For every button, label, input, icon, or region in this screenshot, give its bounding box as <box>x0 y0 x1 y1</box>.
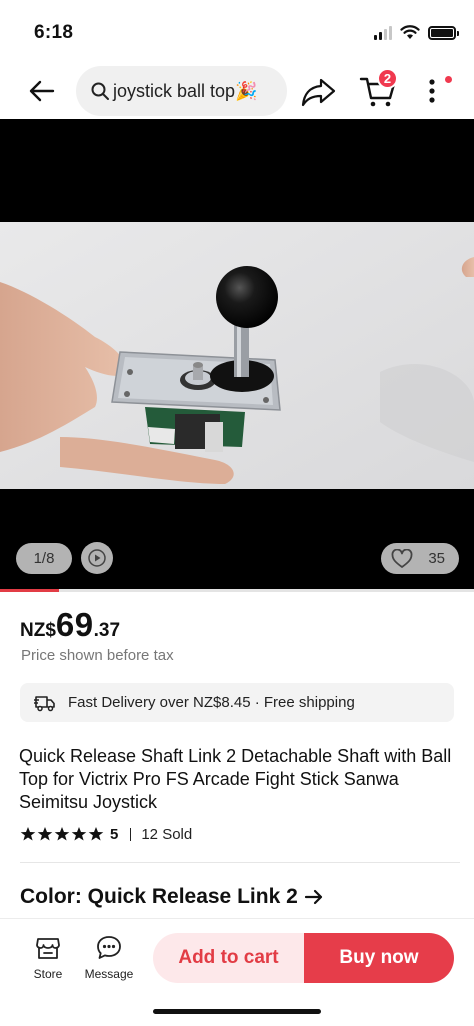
star-icon <box>71 827 87 841</box>
battery-icon <box>428 25 459 40</box>
message-button[interactable]: Message <box>79 934 139 981</box>
product-media-gallery[interactable]: 1/8 35 <box>0 119 474 591</box>
rating-separator <box>130 827 132 841</box>
chat-bubble-icon <box>97 936 121 959</box>
product-photo[interactable] <box>0 222 474 489</box>
product-price: NZ$ 69 .37 <box>20 606 120 644</box>
rating-value: 5 <box>110 825 119 843</box>
delivery-text: Fast Delivery over NZ$8.45 · Free shippi… <box>68 694 355 711</box>
search-query-text: joystick ball top🎉 <box>113 80 258 101</box>
wifi-icon <box>400 25 420 39</box>
store-icon <box>36 938 60 959</box>
divider <box>20 862 460 863</box>
arrow-right-icon <box>304 889 322 905</box>
play-video-button[interactable] <box>81 542 113 574</box>
more-options-button[interactable] <box>420 74 444 108</box>
price-decimal: .37 <box>93 620 121 641</box>
delivery-truck-icon <box>34 695 55 711</box>
play-icon <box>88 549 106 567</box>
star-icon <box>37 827 53 841</box>
product-title: Quick Release Shaft Link 2 Detachable Sh… <box>19 746 452 812</box>
buy-now-button[interactable]: Buy now <box>304 933 454 983</box>
add-to-cart-button[interactable]: Add to cart <box>153 933 304 983</box>
rating-stars <box>20 826 104 842</box>
star-icon <box>54 827 70 841</box>
status-icons <box>374 25 459 40</box>
search-icon <box>91 82 109 100</box>
message-label: Message <box>84 967 134 981</box>
gallery-progress-bar <box>0 589 474 592</box>
delivery-banner[interactable]: Fast Delivery over NZ$8.45 · Free shippi… <box>20 683 454 722</box>
cart-count-badge: 2 <box>377 68 398 89</box>
store-label: Store <box>33 967 63 981</box>
price-currency: NZ$ <box>20 620 56 641</box>
star-icon <box>20 827 36 841</box>
share-button[interactable] <box>300 76 338 108</box>
gallery-progress-fill <box>0 589 60 592</box>
price-integer: 69 <box>55 606 94 643</box>
color-variant-label: Color: Quick Release Link 2 <box>20 885 298 908</box>
notification-dot <box>445 76 452 83</box>
home-indicator <box>153 1009 321 1014</box>
back-button[interactable] <box>24 76 60 106</box>
rating-row[interactable]: 5 12 Sold <box>20 825 192 843</box>
sold-count: 12 Sold <box>141 825 193 843</box>
image-page-indicator: 1/8 <box>16 543 72 574</box>
heart-icon <box>391 548 413 568</box>
like-button[interactable]: 35 <box>381 543 459 574</box>
status-bar: 6:18 <box>0 0 474 62</box>
bottom-action-bar: Store Message Add to cart Buy now <box>0 920 474 1026</box>
color-variant-selector[interactable]: Color: Quick Release Link 2 <box>20 885 324 909</box>
divider <box>0 918 474 919</box>
like-count: 35 <box>428 550 445 567</box>
top-navigation: joystick ball top🎉 2 <box>0 66 474 116</box>
cellular-signal-icon <box>374 25 392 40</box>
price-tax-note: Price shown before tax <box>21 647 174 664</box>
search-input[interactable]: joystick ball top🎉 <box>76 66 287 116</box>
store-button[interactable]: Store <box>18 934 78 981</box>
status-time: 6:18 <box>34 22 74 43</box>
star-icon <box>88 827 104 841</box>
back-arrow-icon <box>29 80 55 102</box>
